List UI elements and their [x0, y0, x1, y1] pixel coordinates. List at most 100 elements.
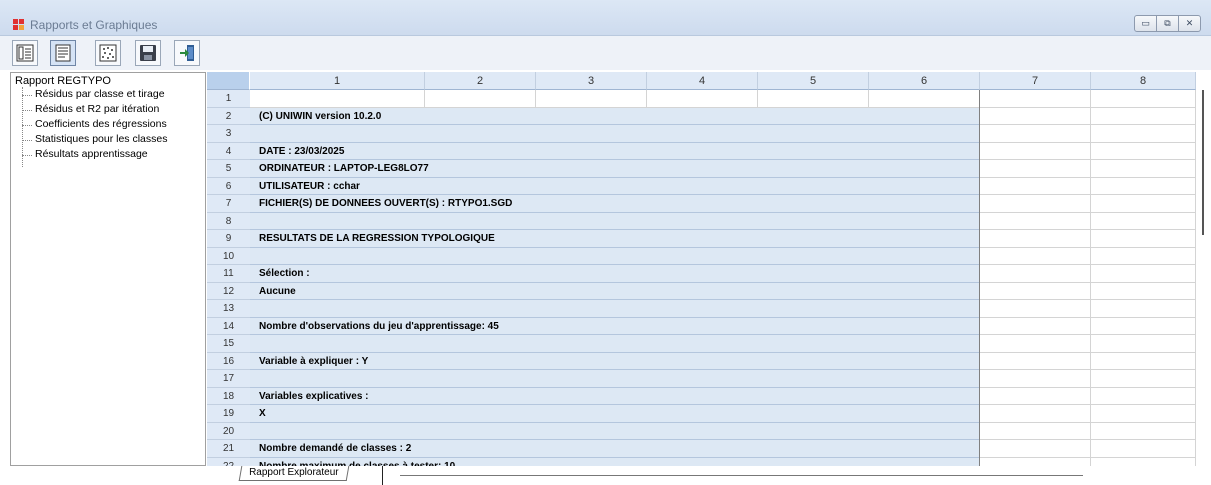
report-line-cell[interactable]: Variable à expliquer : Y: [250, 352, 982, 370]
report-line-cell[interactable]: ORDINATEUR : LAPTOP-LEG8LO77: [250, 160, 982, 178]
report-line-cell[interactable]: [250, 370, 982, 388]
tree-view-button[interactable]: [12, 40, 38, 66]
vertical-scrollbar[interactable]: [1199, 72, 1211, 466]
grid-cell[interactable]: [980, 160, 1091, 178]
grid-cell[interactable]: [980, 142, 1091, 160]
exit-button[interactable]: [174, 40, 200, 66]
column-header-8[interactable]: 8: [1091, 72, 1196, 90]
report-line-cell[interactable]: Nombre maximum de classes à tester: 10: [250, 457, 982, 466]
tab-rapport-explorateur[interactable]: Rapport Explorateur: [238, 466, 349, 481]
grid-cell[interactable]: [980, 370, 1091, 388]
grid-cell[interactable]: [980, 177, 1091, 195]
grid-cell[interactable]: [1091, 230, 1196, 248]
grid-cell[interactable]: [980, 317, 1091, 335]
chart-view-button[interactable]: [95, 40, 121, 66]
report-line-cell[interactable]: Nombre demandé de classes : 2: [250, 440, 982, 458]
report-line-cell[interactable]: [250, 125, 982, 143]
report-line-cell[interactable]: UTILISATEUR : cchar: [250, 177, 982, 195]
grid-cell[interactable]: [980, 247, 1091, 265]
grid-cell[interactable]: [1091, 107, 1196, 125]
grid-cell[interactable]: [980, 90, 1091, 108]
grid-cell[interactable]: [980, 282, 1091, 300]
row-header[interactable]: 13: [207, 300, 250, 318]
tree-item-statistiques[interactable]: Statistiques pour les classes: [22, 133, 167, 145]
restore-button[interactable]: ⧉: [1156, 15, 1179, 32]
row-header[interactable]: 11: [207, 265, 250, 283]
vertical-scrollbar-thumb[interactable]: [1202, 90, 1204, 235]
report-line-cell[interactable]: [250, 300, 982, 318]
report-line-cell[interactable]: DATE : 23/03/2025: [250, 142, 982, 160]
save-button[interactable]: [135, 40, 161, 66]
grid-cell[interactable]: [1091, 370, 1196, 388]
grid-cell[interactable]: [1091, 352, 1196, 370]
column-header-6[interactable]: 6: [869, 72, 980, 90]
grid-cell[interactable]: [1091, 265, 1196, 283]
row-header[interactable]: 9: [207, 230, 250, 248]
grid-cell[interactable]: [980, 440, 1091, 458]
row-header[interactable]: 5: [207, 160, 250, 178]
grid-cell[interactable]: [250, 90, 425, 108]
row-header[interactable]: 6: [207, 177, 250, 195]
grid-cell[interactable]: [1091, 195, 1196, 213]
report-line-cell[interactable]: RESULTATS DE LA REGRESSION TYPOLOGIQUE: [250, 230, 982, 248]
report-line-cell[interactable]: [250, 422, 982, 440]
grid-cell[interactable]: [869, 90, 980, 108]
grid-cell[interactable]: [425, 90, 536, 108]
report-line-cell[interactable]: [250, 212, 982, 230]
row-header[interactable]: 10: [207, 247, 250, 265]
grid-cell[interactable]: [980, 300, 1091, 318]
row-header[interactable]: 7: [207, 195, 250, 213]
row-header[interactable]: 15: [207, 335, 250, 353]
grid-cell[interactable]: [980, 107, 1091, 125]
grid-cell[interactable]: [980, 265, 1091, 283]
grid-cell[interactable]: [1091, 440, 1196, 458]
report-line-cell[interactable]: (C) UNIWIN version 10.2.0: [250, 107, 982, 125]
grid-cell[interactable]: [980, 335, 1091, 353]
report-line-cell[interactable]: X: [250, 405, 982, 423]
report-line-cell[interactable]: Sélection :: [250, 265, 982, 283]
column-header-3[interactable]: 3: [536, 72, 647, 90]
grid-cell[interactable]: [1091, 247, 1196, 265]
grid-cell[interactable]: [980, 212, 1091, 230]
report-view-button[interactable]: [50, 40, 76, 66]
row-header[interactable]: 3: [207, 125, 250, 143]
split-handle[interactable]: [382, 466, 383, 485]
grid-cell[interactable]: [1091, 422, 1196, 440]
column-header-5[interactable]: 5: [758, 72, 869, 90]
grid-cell[interactable]: [1091, 90, 1196, 108]
grid-cell[interactable]: [980, 195, 1091, 213]
grid-cell[interactable]: [1091, 282, 1196, 300]
row-header[interactable]: 1: [207, 90, 250, 108]
row-header[interactable]: 20: [207, 422, 250, 440]
report-grid[interactable]: 1 2 3 4 5 6 7 8 1 2 (C) UNIWIN version 10.2.0 3 4 DAT…: [207, 72, 1199, 466]
grid-cell[interactable]: [1091, 125, 1196, 143]
report-line-cell[interactable]: Nombre d'observations du jeu d'apprentis…: [250, 317, 982, 335]
row-header[interactable]: 19: [207, 405, 250, 423]
grid-cell[interactable]: [647, 90, 758, 108]
grid-corner[interactable]: [207, 72, 250, 90]
grid-cell[interactable]: [1091, 160, 1196, 178]
grid-cell[interactable]: [1091, 177, 1196, 195]
grid-cell[interactable]: [758, 90, 869, 108]
grid-cell[interactable]: [1091, 457, 1196, 466]
grid-cell[interactable]: [1091, 142, 1196, 160]
tree-item-residus-r2[interactable]: Résidus et R2 par itération: [22, 103, 159, 115]
minimize-button[interactable]: ▭: [1134, 15, 1157, 32]
column-header-2[interactable]: 2: [425, 72, 536, 90]
grid-cell[interactable]: [1091, 300, 1196, 318]
report-line-cell[interactable]: Aucune: [250, 282, 982, 300]
column-header-4[interactable]: 4: [647, 72, 758, 90]
tree-item-resultats[interactable]: Résultats apprentissage: [22, 148, 148, 160]
row-header[interactable]: 21: [207, 440, 250, 458]
row-header[interactable]: 2: [207, 107, 250, 125]
grid-cell[interactable]: [1091, 405, 1196, 423]
column-header-7[interactable]: 7: [980, 72, 1091, 90]
grid-cell[interactable]: [980, 230, 1091, 248]
report-line-cell[interactable]: Variables explicatives :: [250, 387, 982, 405]
tree-item-residus-classe[interactable]: Résidus par classe et tirage: [22, 88, 165, 100]
report-line-cell[interactable]: [250, 247, 982, 265]
grid-cell[interactable]: [1091, 317, 1196, 335]
grid-cell[interactable]: [980, 352, 1091, 370]
row-header[interactable]: 12: [207, 282, 250, 300]
close-button[interactable]: ✕: [1178, 15, 1201, 32]
